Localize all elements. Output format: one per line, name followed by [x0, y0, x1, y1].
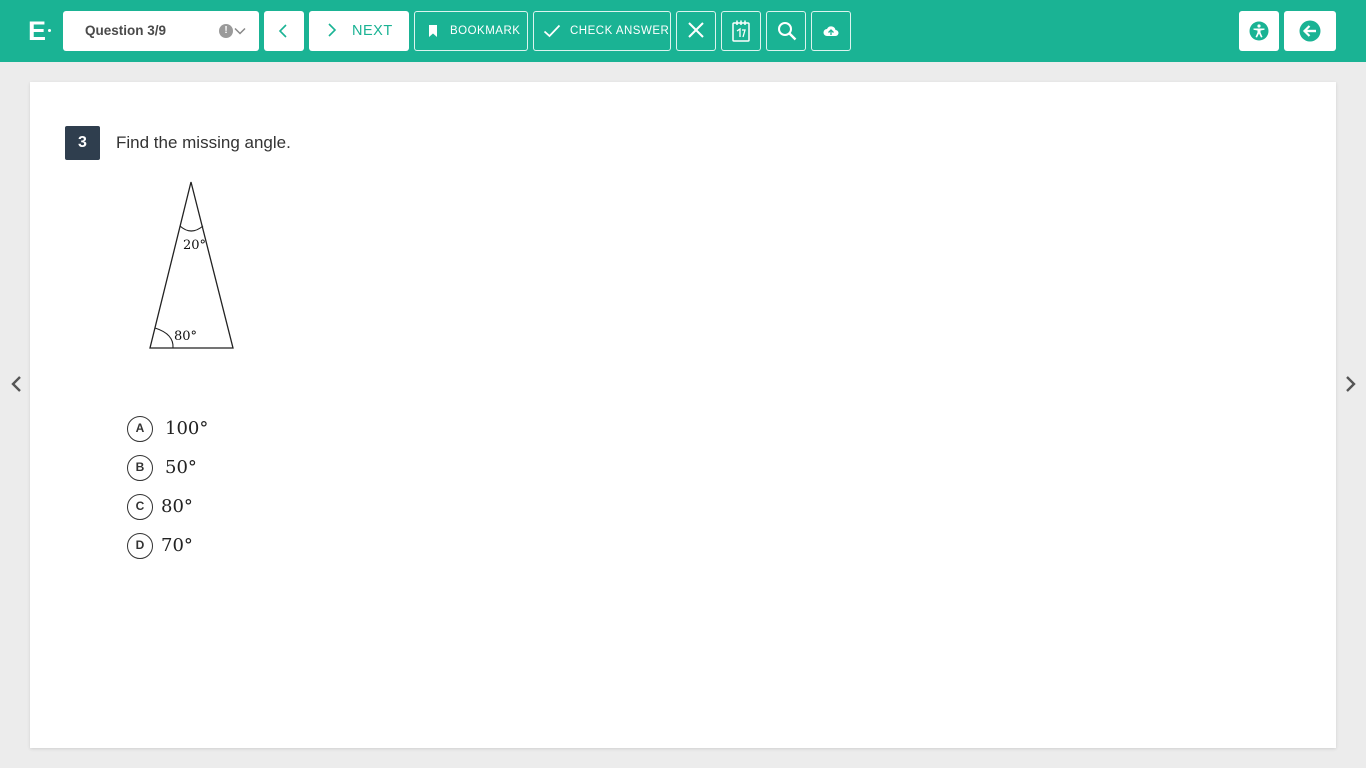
bookmark-button[interactable]: BOOKMARK — [414, 11, 528, 51]
previous-question-button[interactable] — [264, 11, 304, 51]
choice-value: 80° — [161, 496, 193, 517]
choice-value: 50° — [165, 457, 197, 478]
choice-value: 100° — [165, 418, 209, 439]
accessibility-button[interactable] — [1239, 11, 1279, 51]
logo-letter: E — [28, 16, 47, 46]
checkmark-icon — [543, 24, 561, 38]
magnifier-icon — [778, 22, 797, 41]
chevron-left-icon — [278, 24, 287, 38]
cloud-upload-icon — [823, 26, 839, 36]
accessibility-icon — [1249, 21, 1269, 41]
bookmark-icon — [429, 25, 437, 37]
calculator-button[interactable] — [721, 11, 761, 51]
exit-button[interactable] — [1284, 11, 1336, 51]
apex-angle-label: 20° — [183, 238, 206, 253]
close-button[interactable] — [676, 11, 716, 51]
choice-letter: A — [127, 416, 153, 442]
next-question-button[interactable]: NEXT — [309, 11, 409, 51]
question-card: 3 Find the missing angle. 20° 80° A 100°… — [30, 82, 1336, 748]
triangle-figure: 20° 80° — [149, 181, 234, 349]
question-number-badge: 3 — [65, 126, 100, 160]
answer-choice-d[interactable]: D 70° — [127, 533, 427, 559]
chevron-down-icon — [234, 27, 246, 35]
next-label: NEXT — [352, 23, 393, 39]
answer-choice-a[interactable]: A 100° — [127, 416, 427, 442]
calculator-icon — [732, 20, 750, 42]
chevron-right-icon — [328, 23, 337, 37]
next-page-arrow[interactable] — [1343, 374, 1359, 394]
question-selector[interactable]: Question 3/9 ! — [63, 11, 259, 51]
question-selector-label: Question 3/9 — [85, 23, 167, 38]
base-angle-label: 80° — [174, 329, 197, 344]
upload-button[interactable] — [811, 11, 851, 51]
search-button[interactable] — [766, 11, 806, 51]
info-icon: ! — [219, 24, 233, 38]
answer-choice-c[interactable]: C 80° — [127, 494, 427, 520]
top-toolbar: E Question 3/9 ! NEXT BOOKMARK CHECK ANS… — [0, 0, 1366, 62]
check-answer-button[interactable]: CHECK ANSWER — [533, 11, 671, 51]
app-logo[interactable]: E — [28, 16, 52, 46]
exit-arrow-icon — [1299, 20, 1321, 42]
choice-letter: B — [127, 455, 153, 481]
logo-dot — [48, 29, 51, 32]
close-icon — [688, 22, 704, 38]
previous-page-arrow[interactable] — [8, 374, 24, 394]
question-text: Find the missing angle. — [116, 133, 291, 152]
bookmark-label: BOOKMARK — [450, 25, 521, 37]
choice-letter: C — [127, 494, 153, 520]
answer-choice-b[interactable]: B 50° — [127, 455, 427, 481]
choice-letter: D — [127, 533, 153, 559]
check-answer-label: CHECK ANSWER — [570, 25, 670, 37]
choice-value: 70° — [161, 535, 193, 556]
